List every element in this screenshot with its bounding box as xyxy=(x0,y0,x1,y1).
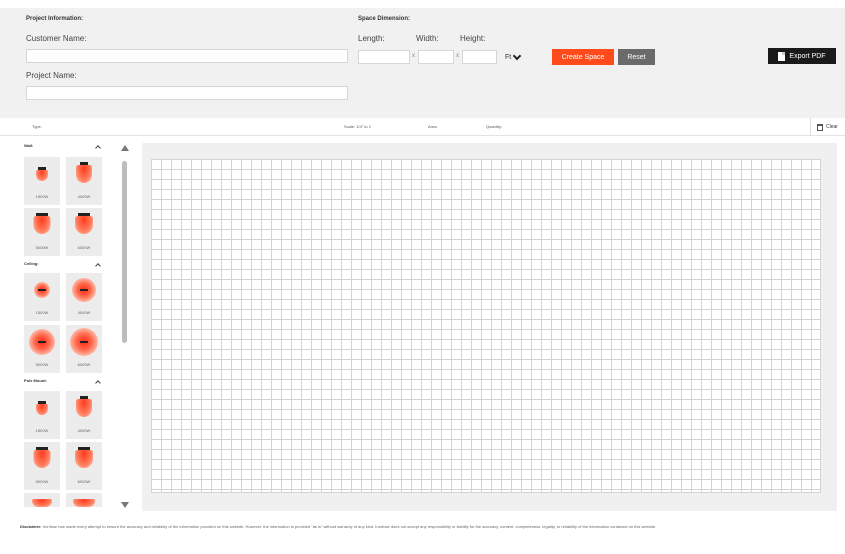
wall-heater-icon xyxy=(76,165,92,183)
pole-heater-icon xyxy=(75,450,93,468)
heater-wattage: 4000W xyxy=(77,428,91,433)
ceiling-heater-icon xyxy=(34,282,50,298)
wall-heater-icon xyxy=(33,216,51,234)
heater-wattage: 4000W xyxy=(77,310,91,315)
heater-tile[interactable] xyxy=(24,493,60,507)
heater-wattage: 5000W xyxy=(35,362,49,367)
x-separator: x xyxy=(412,53,415,59)
heater-tile[interactable]: 6000W xyxy=(66,442,102,490)
heater-tile[interactable]: 6000W xyxy=(66,208,102,256)
customer-name-input[interactable] xyxy=(26,49,348,63)
heater-wattage: 1500W xyxy=(35,194,49,199)
pole-heater-icon xyxy=(36,404,48,415)
reset-button[interactable]: Reset xyxy=(618,49,655,65)
heater-tile[interactable]: 1500W xyxy=(24,273,60,321)
clear-button[interactable]: Clear xyxy=(810,118,845,136)
pole-heater-icon xyxy=(32,499,52,507)
heater-tile[interactable]: 5000W xyxy=(24,442,60,490)
heater-palette: Wall: 1500W 4000W 5000W 6000W Ceiling: 1… xyxy=(20,137,120,507)
ceiling-heater-icon xyxy=(70,328,98,356)
scale-label: Scale: 1/4" to 1' xyxy=(344,124,372,129)
project-info-title: Project Information: xyxy=(26,16,84,22)
wall-heater-icon xyxy=(75,216,93,234)
chevron-up-icon[interactable] xyxy=(95,380,101,386)
ceiling-heater-icon xyxy=(29,329,55,355)
width-input[interactable] xyxy=(418,50,454,64)
heater-tile[interactable]: 4000W xyxy=(66,391,102,439)
heater-wattage: 1500W xyxy=(35,428,49,433)
heater-wattage: 6000W xyxy=(77,245,91,250)
heater-tile[interactable]: 4000W xyxy=(66,273,102,321)
area-label: Area: xyxy=(428,124,438,129)
info-bar: Type: Scale: 1/4" to 1' Area: Quantity: xyxy=(0,118,845,136)
export-pdf-button[interactable]: Export PDF xyxy=(768,48,836,64)
heater-wattage: 5000W xyxy=(35,245,49,250)
disclaimer-title: Disclaimer: xyxy=(20,524,42,529)
category-header-ceiling[interactable]: Ceiling: xyxy=(24,261,39,266)
project-name-input[interactable] xyxy=(26,86,348,100)
heater-wattage: 6000W xyxy=(77,479,91,484)
heater-tile[interactable]: 1500W xyxy=(24,157,60,205)
quantity-label: Quantity: xyxy=(486,124,503,129)
width-label: Width: xyxy=(416,34,439,43)
scroll-thumb[interactable] xyxy=(122,161,127,343)
heater-wattage: 1500W xyxy=(35,310,49,315)
height-input[interactable] xyxy=(462,50,497,64)
pole-heater-icon xyxy=(33,450,51,468)
trash-icon xyxy=(817,123,823,131)
design-canvas xyxy=(142,143,837,511)
ceiling-heater-icon xyxy=(72,278,96,302)
x-separator: x xyxy=(456,53,459,59)
unit-value: Ft xyxy=(505,53,512,61)
heater-tile[interactable]: 6000W xyxy=(66,325,102,373)
pole-heater-icon xyxy=(73,499,95,507)
length-input[interactable] xyxy=(358,50,410,64)
chevron-down-icon xyxy=(512,51,522,60)
height-label: Height: xyxy=(460,34,486,43)
heater-wattage: 4000W xyxy=(77,194,91,199)
floor-plan-grid[interactable] xyxy=(151,159,821,493)
length-label: Length: xyxy=(358,34,385,43)
project-name-label: Project Name: xyxy=(26,71,77,80)
type-label: Type: xyxy=(32,124,42,129)
pole-heater-icon xyxy=(76,399,92,417)
category-header-wall[interactable]: Wall: xyxy=(24,143,33,148)
clear-label: Clear xyxy=(826,124,838,130)
palette-scrollbar[interactable] xyxy=(118,145,132,510)
disclaimer-text: Ironfuse has made every attempt to ensur… xyxy=(42,524,657,529)
heater-tile[interactable]: 5000W xyxy=(24,208,60,256)
export-pdf-label: Export PDF xyxy=(789,52,826,60)
heater-wattage: 6000W xyxy=(77,362,91,367)
heater-tile[interactable]: 4000W xyxy=(66,157,102,205)
customer-name-label: Customer Name: xyxy=(26,34,87,43)
heater-wattage: 5000W xyxy=(35,479,49,484)
heater-tile[interactable]: 5000W xyxy=(24,325,60,373)
scroll-up-arrow-icon[interactable] xyxy=(121,145,129,151)
chevron-up-icon[interactable] xyxy=(95,263,101,269)
create-space-button[interactable]: Create Space xyxy=(552,49,614,65)
unit-select[interactable]: Ft xyxy=(505,50,535,64)
space-dimension-title: Space Dimension: xyxy=(358,16,411,22)
scroll-down-arrow-icon[interactable] xyxy=(121,502,129,508)
wall-heater-icon xyxy=(36,170,48,181)
heater-tile[interactable]: 1500W xyxy=(24,391,60,439)
disclaimer: Disclaimer: Ironfuse has made every atte… xyxy=(20,524,840,530)
chevron-up-icon[interactable] xyxy=(95,145,101,151)
pdf-file-icon xyxy=(778,51,786,61)
heater-tile[interactable] xyxy=(66,493,102,507)
category-header-pole-mount[interactable]: Pole Mount: xyxy=(24,378,47,383)
